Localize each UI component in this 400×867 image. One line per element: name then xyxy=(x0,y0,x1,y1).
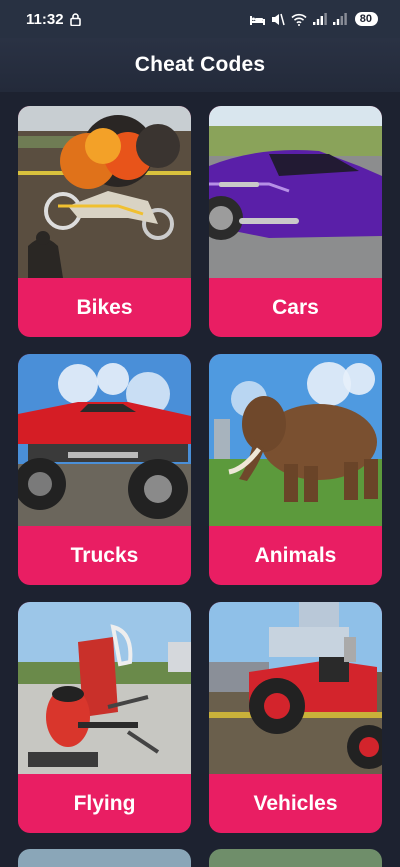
category-card-peek[interactable] xyxy=(18,849,191,867)
category-card-trucks[interactable]: Trucks xyxy=(18,354,191,585)
cars-image xyxy=(209,106,382,278)
status-right: 80 xyxy=(249,12,378,26)
wifi-icon xyxy=(291,13,307,26)
category-label: Cars xyxy=(272,295,319,319)
category-label: Animals xyxy=(254,543,337,567)
app-header: Cheat Codes xyxy=(0,38,400,92)
category-label: Bikes xyxy=(76,295,133,319)
category-label: Vehicles xyxy=(253,791,338,815)
status-time: 11:32 xyxy=(26,10,64,28)
bed-icon xyxy=(249,14,265,25)
status-bar: 11:32 80 xyxy=(0,0,400,38)
category-card-flying[interactable]: Flying xyxy=(18,602,191,833)
category-label: Trucks xyxy=(70,543,139,567)
status-left: 11:32 xyxy=(26,11,81,28)
battery-indicator: 80 xyxy=(354,12,378,26)
mute-icon xyxy=(271,13,285,26)
category-grid: Bikes Cars Trucks Animals Flying Vehicle… xyxy=(18,106,382,833)
flying-image xyxy=(18,602,191,774)
category-label: Flying xyxy=(73,791,136,815)
bikes-image xyxy=(18,106,191,278)
signal-icon-secondary xyxy=(332,13,347,25)
page-title: Cheat Codes xyxy=(134,53,266,76)
category-card-animals[interactable]: Animals xyxy=(209,354,382,585)
category-card-bikes[interactable]: Bikes xyxy=(18,106,191,337)
signal-icon xyxy=(312,13,327,25)
vehicles-image xyxy=(209,602,382,774)
trucks-image xyxy=(18,354,191,526)
category-card-cars[interactable]: Cars xyxy=(209,106,382,337)
animals-image xyxy=(209,354,382,526)
category-card-peek[interactable] xyxy=(209,849,382,867)
category-card-vehicles[interactable]: Vehicles xyxy=(209,602,382,833)
lock-icon xyxy=(69,12,81,26)
